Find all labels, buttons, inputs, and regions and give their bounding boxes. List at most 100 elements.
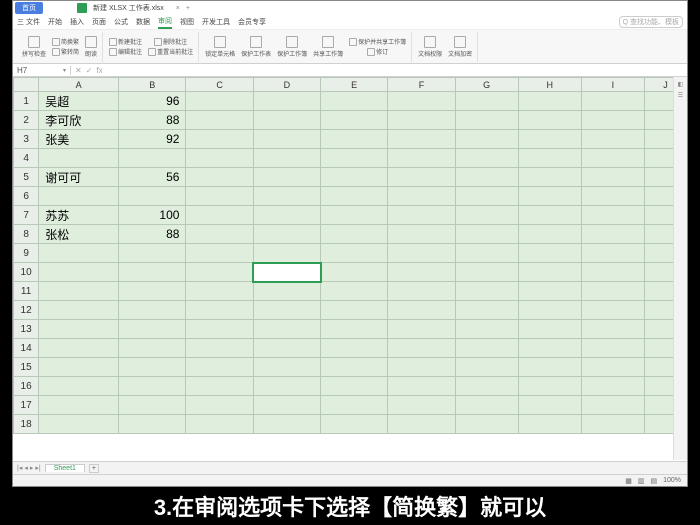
row-header[interactable]: 13 <box>14 320 39 339</box>
delete-comment-button[interactable]: 删除批注 <box>146 37 195 46</box>
row-header[interactable]: 14 <box>14 339 39 358</box>
cell[interactable] <box>455 206 518 225</box>
cell[interactable] <box>581 187 644 206</box>
cell[interactable] <box>518 415 581 434</box>
cell[interactable] <box>253 263 320 282</box>
cell[interactable] <box>455 320 518 339</box>
cell[interactable] <box>321 263 388 282</box>
cell[interactable] <box>321 244 388 263</box>
cell[interactable] <box>455 92 518 111</box>
cell[interactable] <box>581 320 644 339</box>
cell[interactable] <box>253 111 320 130</box>
cell[interactable]: 100 <box>119 206 186 225</box>
cell[interactable] <box>518 225 581 244</box>
simp-to-trad-button[interactable]: 简换繁 <box>50 37 81 46</box>
doc-encrypt-button[interactable]: 文档加密 <box>446 36 474 58</box>
cell[interactable] <box>581 225 644 244</box>
cell[interactable] <box>186 130 253 149</box>
cell[interactable] <box>253 396 320 415</box>
cell[interactable] <box>388 111 455 130</box>
cell[interactable] <box>581 377 644 396</box>
cell[interactable] <box>39 415 119 434</box>
cell[interactable] <box>455 339 518 358</box>
cell[interactable] <box>581 149 644 168</box>
cell[interactable] <box>186 244 253 263</box>
cell[interactable] <box>455 111 518 130</box>
cell[interactable] <box>186 396 253 415</box>
cell[interactable] <box>581 415 644 434</box>
cell[interactable] <box>321 168 388 187</box>
cell[interactable] <box>253 225 320 244</box>
cell[interactable] <box>39 282 119 301</box>
cell[interactable] <box>186 206 253 225</box>
cell[interactable] <box>186 111 253 130</box>
row-header[interactable]: 16 <box>14 377 39 396</box>
cell[interactable] <box>455 396 518 415</box>
cell[interactable]: 张松 <box>39 225 119 244</box>
cell[interactable] <box>39 358 119 377</box>
column-header[interactable]: A <box>39 78 119 92</box>
cell[interactable] <box>253 168 320 187</box>
row-header[interactable]: 15 <box>14 358 39 377</box>
cell[interactable] <box>518 339 581 358</box>
side-chip[interactable]: ◧ <box>678 81 684 88</box>
cell[interactable] <box>455 301 518 320</box>
cell[interactable] <box>119 244 186 263</box>
cell[interactable] <box>388 225 455 244</box>
side-chip[interactable]: ☰ <box>678 92 683 99</box>
cell[interactable] <box>253 339 320 358</box>
cell[interactable] <box>253 358 320 377</box>
home-tab[interactable]: 首页 <box>15 2 43 14</box>
cell[interactable] <box>388 168 455 187</box>
cell[interactable] <box>253 282 320 301</box>
cell[interactable] <box>581 282 644 301</box>
cell[interactable] <box>39 339 119 358</box>
cell[interactable] <box>253 92 320 111</box>
cell[interactable] <box>39 396 119 415</box>
row-header[interactable]: 4 <box>14 149 39 168</box>
cell[interactable] <box>186 149 253 168</box>
cell[interactable] <box>39 263 119 282</box>
cell[interactable] <box>186 415 253 434</box>
cell[interactable] <box>518 92 581 111</box>
cell[interactable] <box>119 301 186 320</box>
cell[interactable]: 56 <box>119 168 186 187</box>
sheet-nav-last-icon[interactable]: ▸| <box>35 464 40 472</box>
cell[interactable] <box>186 263 253 282</box>
row-header[interactable]: 5 <box>14 168 39 187</box>
column-header[interactable]: I <box>581 78 644 92</box>
cell[interactable] <box>518 396 581 415</box>
reset-comment-button[interactable]: 重置当前批注 <box>146 47 195 56</box>
sheet-nav-first-icon[interactable]: |◂ <box>17 464 22 472</box>
cell[interactable]: 92 <box>119 130 186 149</box>
spreadsheet-grid[interactable]: ABCDEFGHIJ1吴超962李可欣883张美9245谢可可5667苏苏100… <box>13 77 687 467</box>
cell[interactable] <box>388 358 455 377</box>
cell[interactable] <box>186 225 253 244</box>
document-tab[interactable]: 新建 XLSX 工作表.xlsx <box>89 3 168 13</box>
view-normal-icon[interactable]: ▦ <box>625 477 632 485</box>
cell[interactable] <box>321 339 388 358</box>
add-sheet-button[interactable]: + <box>89 464 99 473</box>
cell[interactable] <box>321 92 388 111</box>
cell[interactable] <box>455 168 518 187</box>
cell[interactable] <box>39 377 119 396</box>
sheet-nav-next-icon[interactable]: ▸ <box>30 464 34 472</box>
lock-button[interactable]: 锁定单元格 <box>203 36 237 58</box>
cell[interactable] <box>321 358 388 377</box>
cell[interactable] <box>186 301 253 320</box>
cell[interactable] <box>39 187 119 206</box>
cell[interactable] <box>388 206 455 225</box>
column-header[interactable]: C <box>186 78 253 92</box>
view-layout-icon[interactable]: ▥ <box>638 477 645 485</box>
cell[interactable] <box>39 149 119 168</box>
cell[interactable] <box>253 377 320 396</box>
cell[interactable] <box>321 320 388 339</box>
column-header[interactable]: G <box>455 78 518 92</box>
cell[interactable] <box>321 415 388 434</box>
cell[interactable] <box>388 244 455 263</box>
cell[interactable] <box>186 92 253 111</box>
cell[interactable] <box>518 301 581 320</box>
edit-comment-button[interactable]: 编辑批注 <box>107 47 144 56</box>
cell[interactable] <box>321 377 388 396</box>
cell[interactable] <box>321 225 388 244</box>
